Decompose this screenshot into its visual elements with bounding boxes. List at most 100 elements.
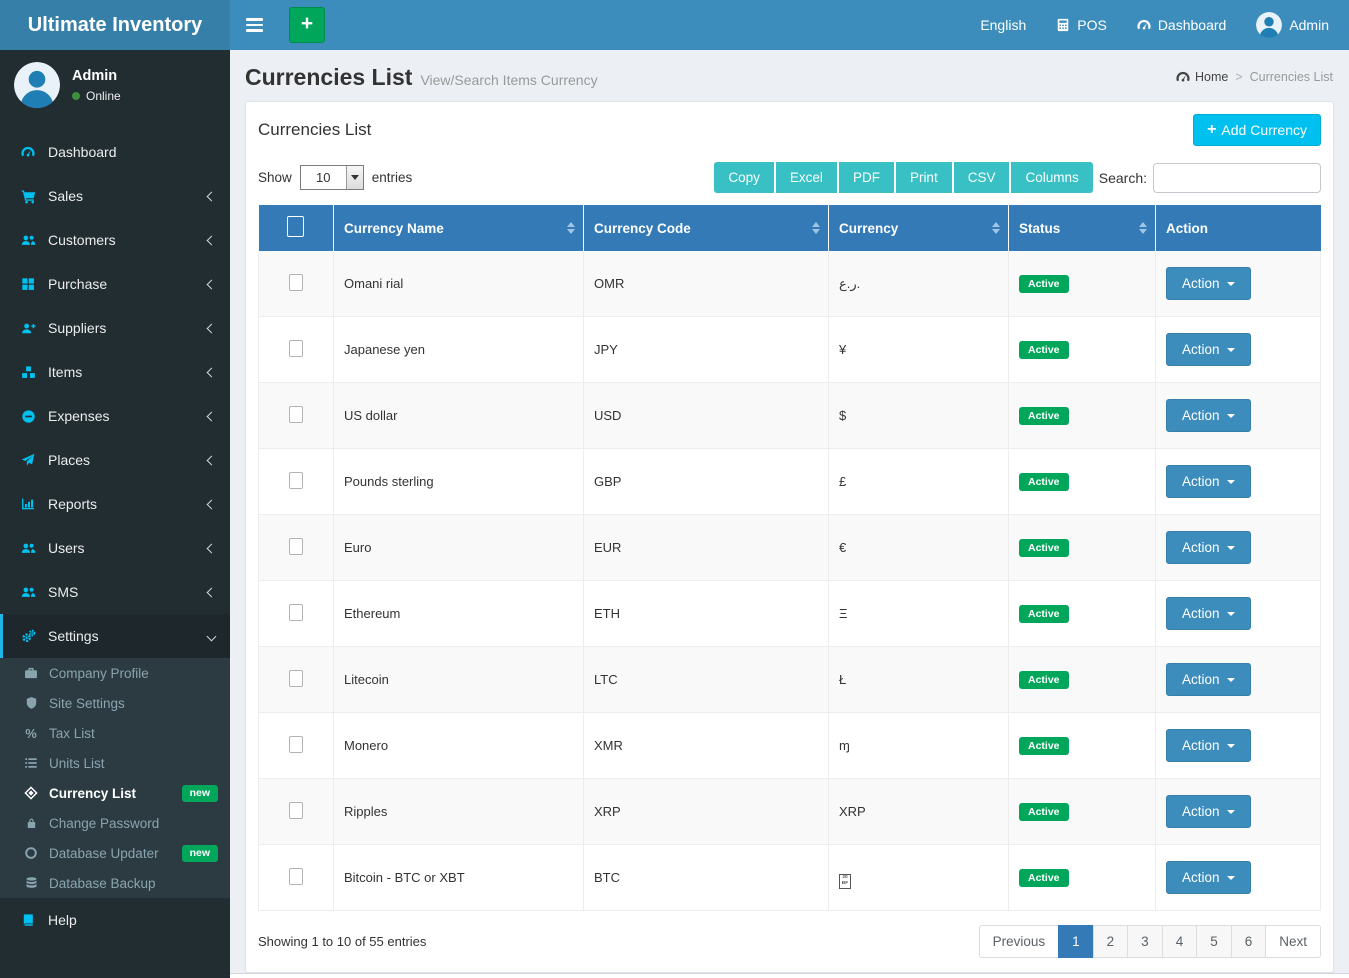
row-checkbox[interactable] <box>289 538 303 555</box>
diamond-icon <box>22 786 40 800</box>
export-csv-button[interactable]: CSV <box>954 162 1012 193</box>
quick-add-button[interactable]: + <box>289 7 325 43</box>
export-copy-button[interactable]: Copy <box>714 162 776 193</box>
action-dropdown-button[interactable]: Action <box>1166 333 1251 366</box>
column-header-currency-name[interactable]: Currency Name <box>334 205 584 251</box>
row-checkbox[interactable] <box>289 670 303 687</box>
sidebar-subitem-label: Company Profile <box>49 666 149 681</box>
export-pdf-button[interactable]: PDF <box>839 162 896 193</box>
sidebar-user-name: Admin <box>72 68 121 84</box>
sidebar-subitem-label: Database Backup <box>49 876 156 891</box>
caret-down-icon <box>1227 612 1235 616</box>
action-dropdown-button[interactable]: Action <box>1166 531 1251 564</box>
pagination-page-3[interactable]: 3 <box>1127 925 1163 958</box>
sidebar-item-customers[interactable]: Customers <box>0 218 230 262</box>
action-button-label: Action <box>1182 408 1220 423</box>
nav-user-menu[interactable]: Admin <box>1256 12 1329 38</box>
nav-dashboard-label: Dashboard <box>1158 17 1227 33</box>
row-checkbox[interactable] <box>289 868 303 885</box>
action-dropdown-button[interactable]: Action <box>1166 465 1251 498</box>
table-row: Japanese yenJPY¥ActiveAction <box>259 317 1321 383</box>
sort-icon[interactable] <box>1139 222 1147 234</box>
export-print-button[interactable]: Print <box>896 162 954 193</box>
row-checkbox[interactable] <box>289 274 303 291</box>
row-select-cell <box>259 383 334 449</box>
sidebar-item-units-list[interactable]: Units List <box>0 748 230 778</box>
sidebar-item-currency-list[interactable]: Currency Listnew <box>0 778 230 808</box>
sidebar-item-places[interactable]: Places <box>0 438 230 482</box>
row-checkbox[interactable] <box>289 406 303 423</box>
sort-icon[interactable] <box>992 222 1000 234</box>
action-dropdown-button[interactable]: Action <box>1166 267 1251 300</box>
select-all-checkbox[interactable] <box>287 216 304 237</box>
sidebar-item-items[interactable]: Items <box>0 350 230 394</box>
sidebar-toggle-button[interactable] <box>230 0 279 50</box>
pagination-page-2[interactable]: 2 <box>1093 925 1129 958</box>
action-dropdown-button[interactable]: Action <box>1166 663 1251 696</box>
sidebar-item-label: Users <box>48 540 85 556</box>
sidebar-item-help[interactable]: Help <box>0 898 230 942</box>
pagination-page-5[interactable]: 5 <box>1196 925 1232 958</box>
pagination-next[interactable]: Next <box>1265 925 1321 958</box>
minus-circle-icon <box>18 409 38 424</box>
sidebar-item-label: Help <box>48 912 77 928</box>
breadcrumb-home[interactable]: Home <box>1176 70 1228 84</box>
sidebar-item-change-password[interactable]: Change Password <box>0 808 230 838</box>
sidebar-item-expenses[interactable]: Expenses <box>0 394 230 438</box>
currency-symbol-cell: Ξ <box>829 581 1009 647</box>
sidebar-item-settings[interactable]: Settings <box>0 614 230 658</box>
row-checkbox[interactable] <box>289 340 303 357</box>
currency-code-cell: OMR <box>584 251 829 317</box>
pagination-page-6[interactable]: 6 <box>1231 925 1267 958</box>
nav-language[interactable]: English <box>980 17 1026 33</box>
action-dropdown-button[interactable]: Action <box>1166 597 1251 630</box>
export-columns-button[interactable]: Columns <box>1011 162 1092 193</box>
row-checkbox[interactable] <box>289 604 303 621</box>
sidebar-item-sms[interactable]: SMS <box>0 570 230 614</box>
pagination-previous[interactable]: Previous <box>979 925 1060 958</box>
brand-logo[interactable]: Ultimate Inventory <box>0 0 230 50</box>
sidebar-item-site-settings[interactable]: Site Settings <box>0 688 230 718</box>
table-row: EuroEUR€ActiveAction <box>259 515 1321 581</box>
sidebar-item-purchase[interactable]: Purchase <box>0 262 230 306</box>
column-header-currency[interactable]: Currency <box>829 205 1009 251</box>
action-dropdown-button[interactable]: Action <box>1166 861 1251 894</box>
pagination-page-4[interactable]: 4 <box>1162 925 1198 958</box>
export-excel-button[interactable]: Excel <box>776 162 839 193</box>
shield-icon <box>22 696 40 710</box>
table-row: Bitcoin - BTC or XBTBTC20BFActiveAction <box>259 845 1321 911</box>
table-controls: Show 10 entries CopyExcelPDFPrintCSVColu… <box>258 156 1321 205</box>
action-dropdown-button[interactable]: Action <box>1166 399 1251 432</box>
sidebar-item-company-profile[interactable]: Company Profile <box>0 658 230 688</box>
nav-dashboard[interactable]: Dashboard <box>1137 17 1227 33</box>
page-size-select[interactable]: 10 <box>300 165 364 190</box>
action-dropdown-button[interactable]: Action <box>1166 795 1251 828</box>
sort-icon[interactable] <box>567 222 575 234</box>
sidebar-item-database-updater[interactable]: Database Updaternew <box>0 838 230 868</box>
sidebar-item-sales[interactable]: Sales <box>0 174 230 218</box>
action-dropdown-button[interactable]: Action <box>1166 729 1251 762</box>
table-row: LitecoinLTCŁActiveAction <box>259 647 1321 713</box>
sidebar-item-reports[interactable]: Reports <box>0 482 230 526</box>
row-checkbox[interactable] <box>289 736 303 753</box>
table-row: Omani rialOMRر.ع.ActiveAction <box>259 251 1321 317</box>
sidebar-item-suppliers[interactable]: Suppliers <box>0 306 230 350</box>
column-header-currency-code[interactable]: Currency Code <box>584 205 829 251</box>
sidebar-item-label: Purchase <box>48 276 107 292</box>
caret-down-icon <box>1227 348 1235 352</box>
sidebar-item-database-backup[interactable]: Database Backup <box>0 868 230 898</box>
sidebar-item-users[interactable]: Users <box>0 526 230 570</box>
search-input[interactable] <box>1153 163 1321 193</box>
top-navbar: + English POS Dashboard Admin <box>230 0 1349 50</box>
row-checkbox[interactable] <box>289 472 303 489</box>
briefcase-icon <box>22 666 40 680</box>
nav-pos[interactable]: POS <box>1056 17 1107 33</box>
row-checkbox[interactable] <box>289 802 303 819</box>
column-header-status[interactable]: Status <box>1009 205 1156 251</box>
sort-icon[interactable] <box>812 222 820 234</box>
sidebar-item-dashboard[interactable]: Dashboard <box>0 130 230 174</box>
action-button-label: Action <box>1182 606 1220 621</box>
pagination-page-1[interactable]: 1 <box>1058 925 1094 958</box>
add-currency-button[interactable]: + Add Currency <box>1193 114 1321 146</box>
sidebar-item-tax-list[interactable]: %Tax List <box>0 718 230 748</box>
